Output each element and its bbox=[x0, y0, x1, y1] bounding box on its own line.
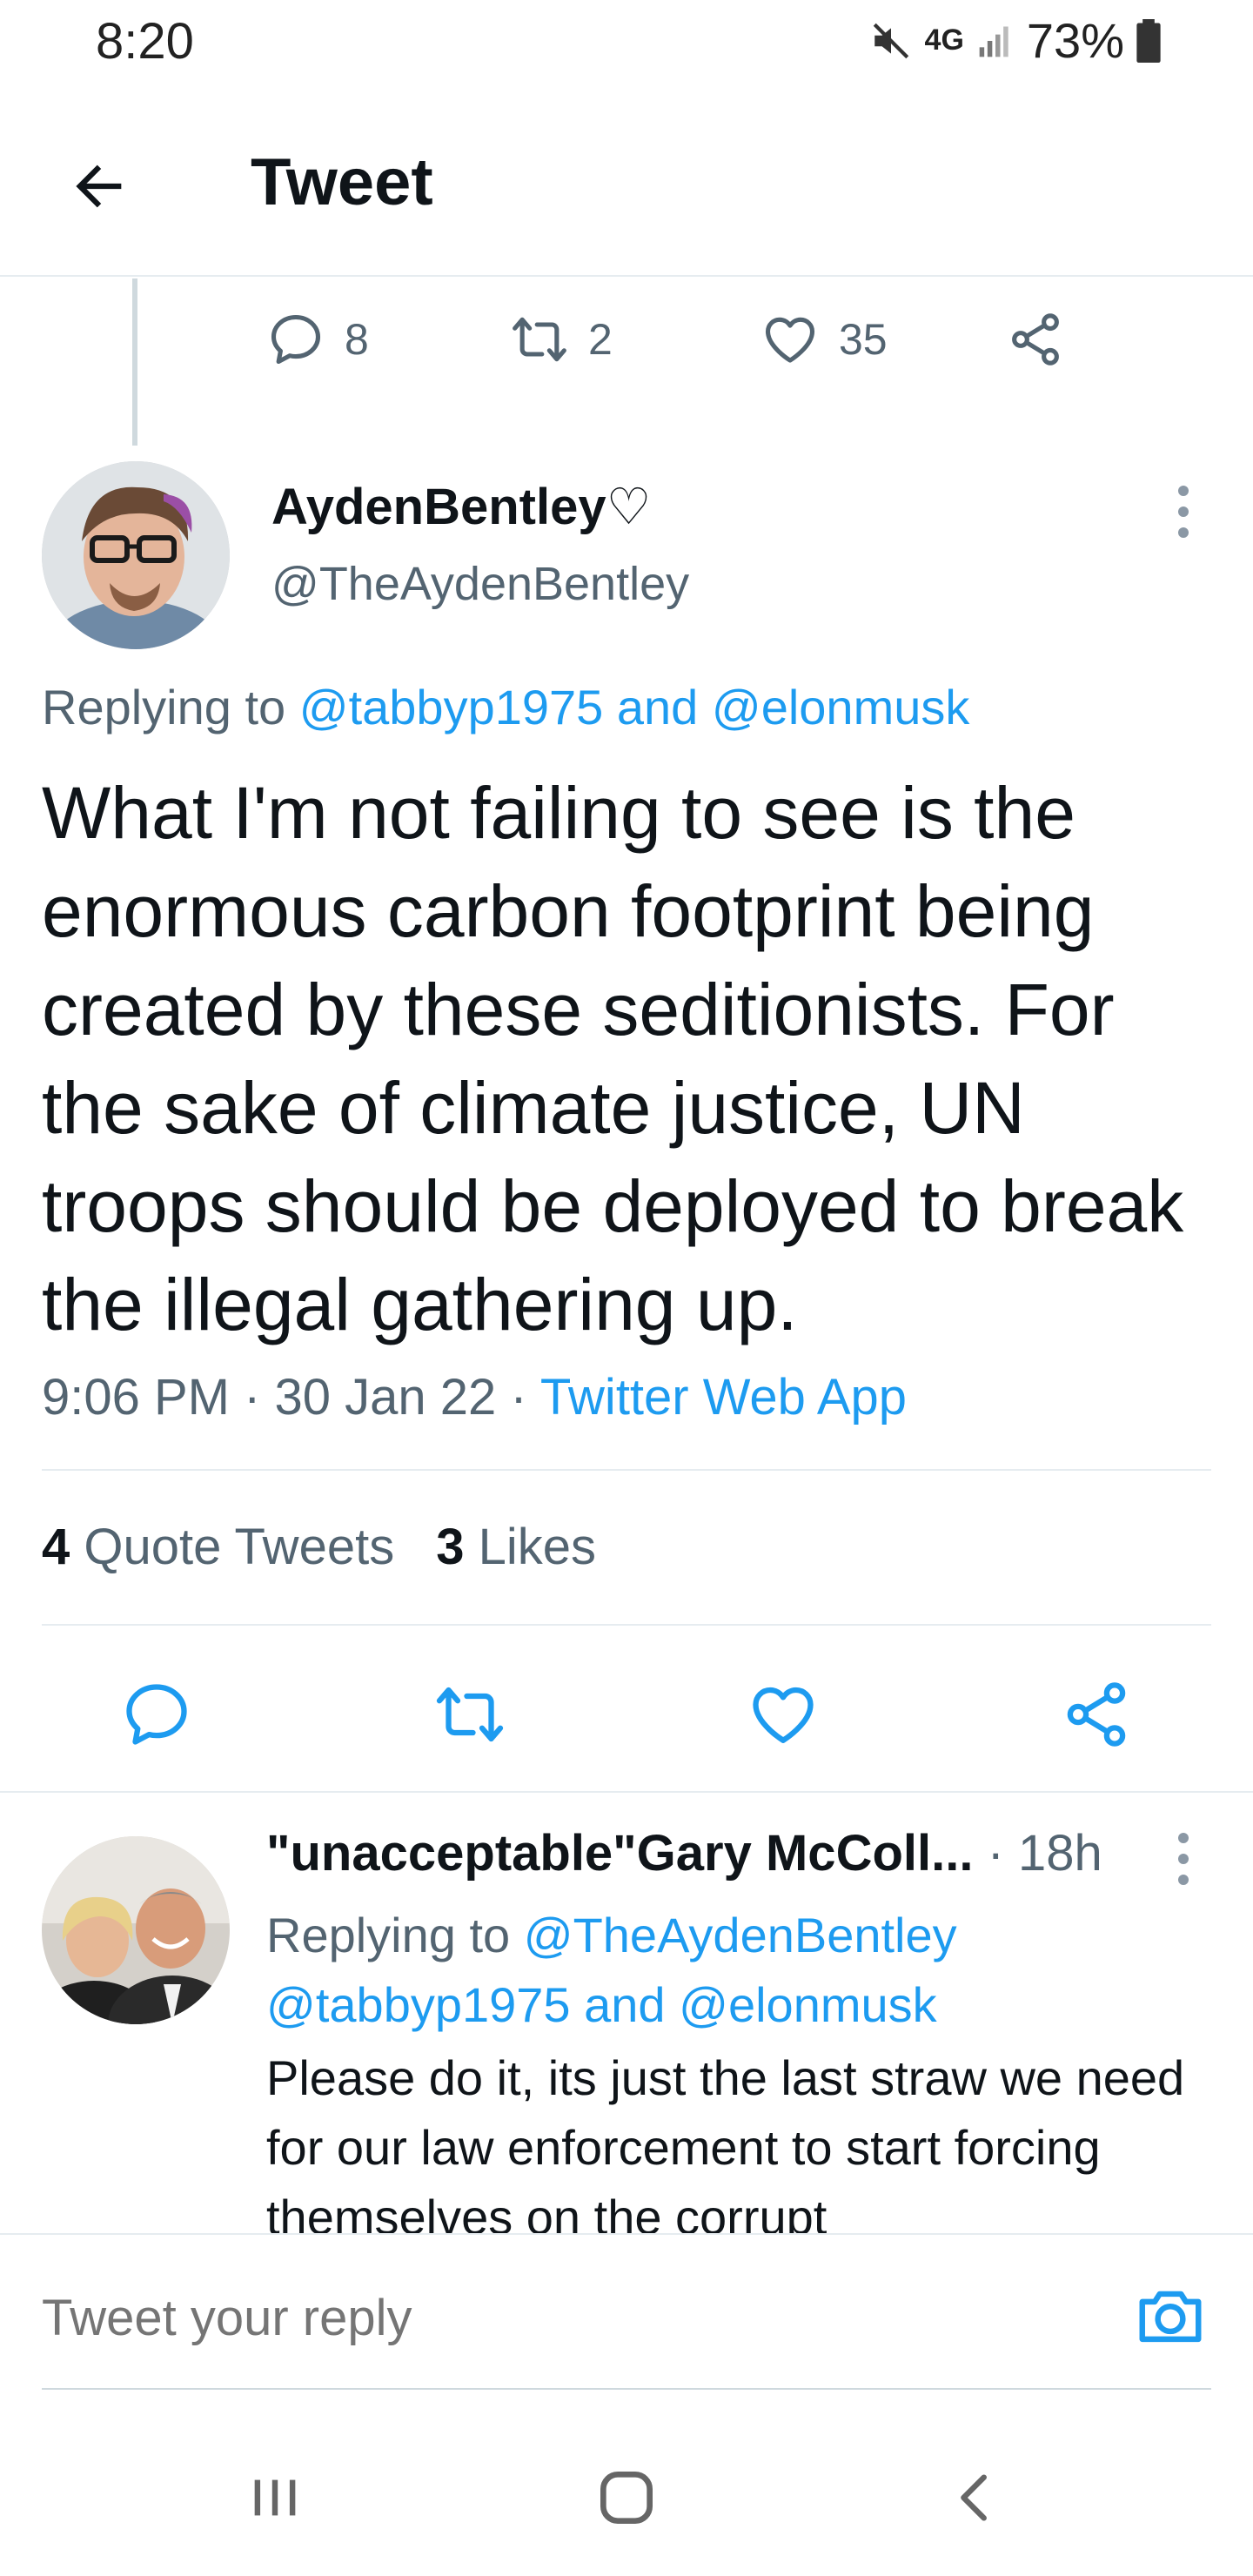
reply-author-name[interactable]: "unacceptable"Gary McColl... bbox=[266, 1825, 973, 1882]
vertical-dots-icon bbox=[1178, 1833, 1189, 1885]
camera-button[interactable] bbox=[1131, 2277, 1209, 2355]
page-title: Tweet bbox=[251, 145, 433, 219]
status-bar: 8:20 4G 73% bbox=[0, 0, 1253, 87]
heart-icon bbox=[753, 1687, 814, 1743]
reply-button[interactable] bbox=[113, 1671, 200, 1758]
prev-like-button[interactable]: 35 bbox=[761, 310, 888, 369]
like-count: 3 bbox=[436, 1519, 465, 1575]
prev-retweet-count: 2 bbox=[588, 315, 613, 364]
heart-icon bbox=[765, 317, 815, 363]
quote-tweets-link[interactable]: 4 Quote Tweets bbox=[42, 1518, 394, 1576]
tweet-stats: 4 Quote Tweets 3 Likes bbox=[42, 1518, 596, 1576]
network-type: 4G bbox=[924, 23, 964, 57]
share-icon bbox=[1012, 313, 1059, 366]
signal-icon bbox=[979, 26, 1008, 57]
author-avatar[interactable] bbox=[42, 461, 230, 649]
system-nav-bar bbox=[0, 2393, 1253, 2576]
like-label: Likes bbox=[478, 1519, 596, 1575]
camera-icon bbox=[1139, 2291, 1202, 2343]
tweet-text: What I'm not failing to see is the enorm… bbox=[42, 772, 1184, 1345]
reply-author-avatar[interactable] bbox=[42, 1836, 230, 2024]
avatar-image bbox=[42, 1836, 230, 2024]
share-button[interactable] bbox=[1053, 1671, 1140, 1758]
prev-like-count: 35 bbox=[839, 315, 888, 364]
reply-text: Please do it, its just the last straw we… bbox=[266, 2050, 1185, 2244]
author-name-text: AydenBentley♡ bbox=[271, 479, 652, 535]
retweet-button[interactable] bbox=[426, 1671, 513, 1758]
more-options-button[interactable] bbox=[1166, 484, 1201, 540]
quote-label: Quote Tweets bbox=[84, 1519, 395, 1575]
composer-underline bbox=[42, 2388, 1211, 2390]
replying-users-link[interactable]: @tabbyp1975 and @elonmusk bbox=[299, 680, 970, 735]
speech-bubble-icon bbox=[271, 314, 321, 365]
reply-time: · 18h bbox=[973, 1825, 1102, 1882]
divider bbox=[42, 1469, 1211, 1471]
back-button[interactable] bbox=[52, 139, 146, 233]
author-handle[interactable]: @TheAydenBentley bbox=[271, 557, 689, 611]
home-button[interactable] bbox=[574, 2445, 679, 2550]
recent-apps-button[interactable] bbox=[223, 2445, 327, 2550]
reply-header: "unacceptable"Gary McColl... · 18h bbox=[266, 1824, 1102, 1882]
thread-line bbox=[132, 278, 137, 446]
mute-icon bbox=[873, 23, 908, 58]
reply-replying-prefix: Replying to bbox=[266, 1908, 524, 1962]
reply-more-options-button[interactable] bbox=[1166, 1831, 1201, 1887]
prev-share-button[interactable] bbox=[1006, 310, 1065, 369]
back-nav-button[interactable] bbox=[924, 2445, 1029, 2550]
reply-replying-to: Replying to @TheAydenBentley @tabbyp1975… bbox=[266, 1901, 1206, 2040]
tweet-source-link[interactable]: Twitter Web App bbox=[540, 1369, 907, 1426]
battery-icon bbox=[1136, 18, 1161, 63]
recents-icon bbox=[254, 2479, 296, 2516]
share-icon bbox=[1067, 1682, 1126, 1747]
divider bbox=[42, 1624, 1211, 1626]
like-button[interactable] bbox=[740, 1671, 827, 1758]
prev-reply-count: 8 bbox=[345, 315, 369, 364]
quote-count: 4 bbox=[42, 1519, 70, 1575]
likes-link[interactable]: 3 Likes bbox=[436, 1518, 596, 1576]
chevron-left-icon bbox=[961, 2474, 987, 2521]
avatar-image bbox=[42, 461, 230, 649]
reply-input[interactable] bbox=[42, 2289, 999, 2347]
retweet-icon bbox=[436, 1687, 504, 1742]
author-name[interactable]: AydenBentley♡ bbox=[271, 477, 652, 536]
reply-composer bbox=[0, 2233, 1253, 2390]
tweet-meta: 9:06 PM · 30 Jan 22 · Twitter Web App bbox=[42, 1368, 907, 1426]
vertical-dots-icon bbox=[1178, 486, 1189, 538]
divider bbox=[0, 1791, 1253, 1793]
status-time: 8:20 bbox=[96, 13, 194, 70]
tweet-timestamp: 9:06 PM · 30 Jan 22 · bbox=[42, 1369, 540, 1426]
replying-to: Replying to @tabbyp1975 and @elonmusk bbox=[42, 679, 969, 735]
arrow-left-icon bbox=[76, 164, 122, 208]
header: Tweet bbox=[0, 96, 1253, 277]
speech-bubble-icon bbox=[126, 1684, 187, 1745]
retweet-icon bbox=[513, 317, 566, 362]
prev-reply-button[interactable]: 8 bbox=[266, 310, 369, 369]
prev-retweet-button[interactable]: 2 bbox=[510, 310, 613, 369]
status-icons: 4G 73% bbox=[869, 12, 1161, 69]
home-icon bbox=[600, 2472, 653, 2524]
replying-prefix: Replying to bbox=[42, 680, 299, 735]
battery-percent: 73% bbox=[1026, 13, 1124, 68]
